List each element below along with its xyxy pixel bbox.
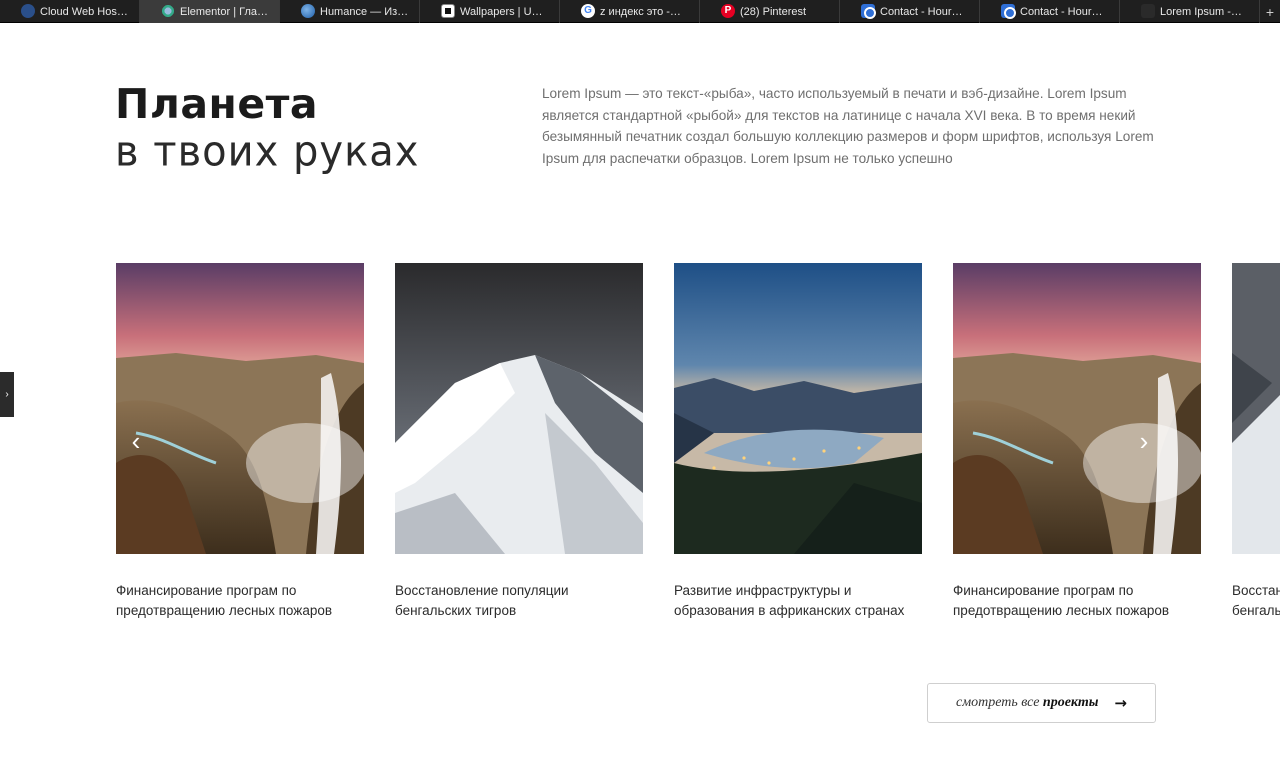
caption-line: предотвращению лесных пожаров	[953, 603, 1170, 618]
view-all-projects-button[interactable]: смотреть все проекты →	[927, 683, 1156, 723]
view-all-label-italic: смотреть все	[956, 695, 1040, 710]
hero-title-bold: Планета	[115, 80, 319, 128]
caption-line: предотвращению лесных пожаров	[116, 603, 333, 618]
project-image-night-bay	[674, 263, 922, 554]
tab-title: Elementor | Гла…	[180, 5, 268, 18]
caption-line: Восстановление популяции	[395, 583, 569, 598]
tab-title: (28) Pinterest	[740, 5, 807, 18]
hero-intro-text: Lorem Ipsum — это текст-«рыба», часто ис…	[542, 86, 1154, 166]
tab-title: Wallpapers | U…	[460, 5, 543, 18]
caption-line: Восстановление популяции	[1232, 583, 1280, 598]
project-card[interactable]: Восстановление популяции бенгальских тиг…	[395, 263, 643, 621]
browser-tab-cloud-web-hosting[interactable]: Cloud Web Hos…	[0, 0, 140, 23]
caption-line: Финансирование програм по	[953, 583, 1134, 598]
project-caption: Восстановление популяции бенгальских тиг…	[1232, 581, 1280, 621]
project-caption: Восстановление популяции бенгальских тиг…	[395, 581, 643, 621]
tab-title: Contact - Hour…	[1020, 5, 1103, 18]
project-caption: Финансирование програм по предотвращению…	[953, 581, 1201, 621]
project-card[interactable]: Восстановление популяции бенгальских тиг…	[1232, 263, 1280, 621]
project-image-mountain	[395, 263, 643, 554]
project-card[interactable]: Финансирование програм по предотвращению…	[953, 263, 1201, 621]
browser-tab-strip: Cloud Web Hos… Elementor | Гла… Humance …	[0, 0, 1280, 23]
tab-title: Lorem Ipsum -…	[1160, 5, 1242, 18]
cloud-hosting-favicon-icon	[21, 4, 35, 18]
chevron-right-icon: ›	[1139, 426, 1149, 456]
browser-tab-contact-2[interactable]: Contact - Hour…	[980, 0, 1120, 23]
google-favicon-icon: G	[581, 4, 595, 18]
hero-heading: Планета в твоих руках	[115, 79, 420, 177]
tab-title: Humance — Из…	[320, 5, 409, 18]
browser-tab-pinterest[interactable]: P (28) Pinterest	[700, 0, 840, 23]
globe-favicon-icon	[301, 4, 315, 18]
new-tab-button[interactable]: +	[1260, 0, 1280, 23]
project-caption: Развитие инфраструктуры и образования в …	[674, 581, 922, 621]
browser-tab-lorem-ipsum[interactable]: Lorem Ipsum -…	[1120, 0, 1260, 23]
project-image-waterfall	[116, 263, 364, 554]
contact-favicon-icon	[861, 4, 876, 19]
project-image-waterfall	[953, 263, 1201, 554]
page-content: Планета в твоих руках Lorem Ipsum — это …	[0, 23, 1280, 766]
project-card[interactable]: Развитие инфраструктуры и образования в …	[674, 263, 922, 621]
projects-carousel: Финансирование програм по предотвращению…	[0, 263, 1280, 643]
project-image-mountain	[1232, 263, 1280, 554]
caption-line: Финансирование програм по	[116, 583, 297, 598]
view-all-label: смотреть все проекты	[956, 695, 1098, 711]
caption-line: бенгальских тигров	[1232, 603, 1280, 618]
arrow-right-icon: →	[1114, 694, 1127, 712]
view-all-label-bold: проекты	[1042, 695, 1099, 710]
unsplash-favicon-icon	[441, 4, 455, 18]
tab-title: Cloud Web Hos…	[40, 5, 128, 18]
browser-tab-contact-1[interactable]: Contact - Hour…	[840, 0, 980, 23]
contact-favicon-icon	[1001, 4, 1016, 19]
carousel-prev-button[interactable]: ‹	[126, 427, 146, 455]
browser-tab-humance[interactable]: Humance — Из…	[280, 0, 420, 23]
project-card[interactable]: Финансирование програм по предотвращению…	[116, 263, 364, 621]
project-caption: Финансирование програм по предотвращению…	[116, 581, 364, 621]
pinterest-favicon-icon: P	[721, 4, 735, 18]
carousel-next-button[interactable]: ›	[1134, 427, 1154, 455]
browser-tab-elementor[interactable]: Elementor | Гла…	[140, 0, 280, 23]
chevron-left-icon: ‹	[131, 426, 141, 456]
tab-title: Contact - Hour…	[880, 5, 963, 18]
hero-title-light: в твоих руках	[115, 127, 420, 177]
caption-line: образования в африканских странах	[674, 603, 905, 618]
caption-line: бенгальских тигров	[395, 603, 517, 618]
tab-title: z индекс это -…	[600, 5, 681, 18]
caption-line: Развитие инфраструктуры и	[674, 583, 852, 598]
browser-tab-google-search[interactable]: G z индекс это -…	[560, 0, 700, 23]
lorem-favicon-icon	[1141, 4, 1155, 18]
browser-tab-wallpapers[interactable]: Wallpapers | U…	[420, 0, 560, 23]
elementor-favicon-icon	[161, 4, 175, 18]
